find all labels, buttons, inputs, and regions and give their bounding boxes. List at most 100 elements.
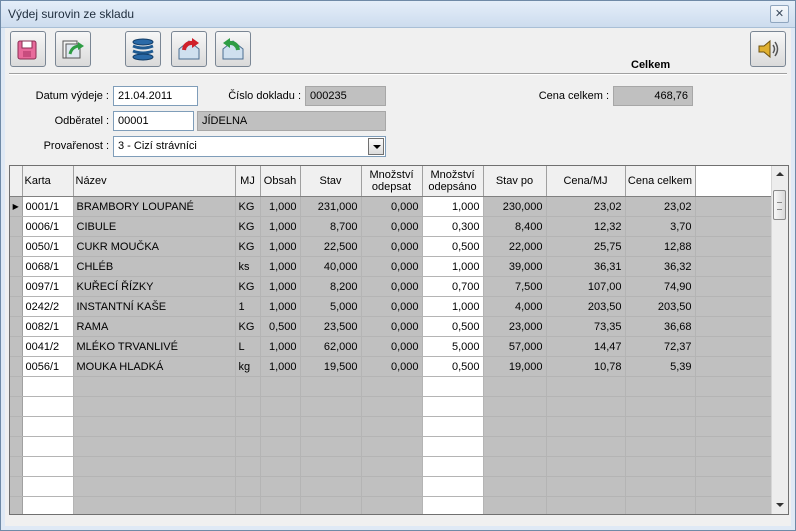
table-cell: 1,000 <box>260 196 301 217</box>
table-cell <box>260 476 301 497</box>
table-cell <box>300 436 362 457</box>
refresh-button[interactable] <box>55 31 91 67</box>
table-cell <box>361 456 423 477</box>
table-cell: 0,000 <box>361 196 423 217</box>
table-cell <box>483 396 547 417</box>
return-green-icon <box>222 38 244 60</box>
column-header-stav[interactable]: Stav <box>300 166 362 197</box>
empty-row[interactable] <box>10 456 773 477</box>
table-cell[interactable]: 0,500 <box>422 236 484 257</box>
table-row[interactable]: 0006/1 CIBULE KG 1,000 8,700 0,000 0,300 8,400 1… <box>10 216 773 237</box>
table-cell <box>260 496 301 514</box>
table-cell <box>22 396 74 417</box>
empty-row[interactable] <box>10 416 773 437</box>
empty-row[interactable] <box>10 476 773 497</box>
table-cell: MOUKA HLADKÁ <box>73 356 236 377</box>
column-header-stav-po[interactable]: Stav po <box>483 166 547 197</box>
table-cell: MLÉKO TRVANLIVÉ <box>73 336 236 357</box>
column-header-nazev[interactable]: Název <box>73 166 236 197</box>
table-cell[interactable]: 0,700 <box>422 276 484 297</box>
sound-button[interactable] <box>750 31 786 67</box>
save-button[interactable] <box>10 31 46 67</box>
table-cell[interactable]: 0,300 <box>422 216 484 237</box>
scroll-thumb[interactable] <box>773 190 786 220</box>
table-cell: BRAMBORY LOUPANÉ <box>73 196 236 217</box>
table-cell[interactable]: 1,000 <box>422 296 484 317</box>
table-cell <box>625 476 696 497</box>
table-cell <box>546 496 626 514</box>
table-row[interactable]: 0082/1 RAMA KG 0,500 23,500 0,000 0,500 23,000 7… <box>10 316 773 337</box>
date-field[interactable]: 21.04.2011 <box>113 86 198 106</box>
table-cell[interactable]: 0,500 <box>422 316 484 337</box>
items-grid[interactable]: Karta Název MJ Obsah Stav Množství odeps… <box>9 165 789 515</box>
table-cell: 23,02 <box>625 196 696 217</box>
table-cell <box>361 396 423 417</box>
table-cell: KG <box>235 216 261 237</box>
table-cell <box>546 456 626 477</box>
table-cell: 25,75 <box>546 236 626 257</box>
table-cell <box>260 376 301 397</box>
empty-row[interactable] <box>10 436 773 457</box>
empty-row[interactable] <box>10 396 773 417</box>
column-header-mj[interactable]: MJ <box>235 166 261 197</box>
return-green-button[interactable] <box>215 31 251 67</box>
table-cell: 0041/2 <box>22 336 74 357</box>
table-row[interactable]: 0068/1 CHLÉB ks 1,000 40,000 0,000 1,000 39,000… <box>10 256 773 277</box>
table-cell[interactable]: 5,000 <box>422 336 484 357</box>
table-cell <box>73 416 236 437</box>
table-row[interactable]: ▶ 0001/1 BRAMBORY LOUPANÉ KG 1,000 231,000 0,0… <box>10 196 773 217</box>
column-header-obsah[interactable]: Obsah <box>260 166 301 197</box>
table-cell <box>625 416 696 437</box>
table-cell[interactable]: 1,000 <box>422 196 484 217</box>
table-cell[interactable]: 0,500 <box>422 356 484 377</box>
column-header-cena-celkem[interactable]: Cena celkem <box>625 166 696 197</box>
table-cell: 74,90 <box>625 276 696 297</box>
date-label: Datum výdeje : <box>35 90 109 102</box>
row-indicator <box>10 256 23 277</box>
table-cell <box>422 376 484 397</box>
customer-code-field[interactable]: 00001 <box>113 111 194 131</box>
row-indicator <box>10 356 23 377</box>
table-cell <box>22 436 74 457</box>
table-cell: 22,500 <box>300 236 362 257</box>
table-row[interactable]: 0056/1 MOUKA HLADKÁ kg 1,000 19,500 0,000 0,50… <box>10 356 773 377</box>
empty-row[interactable] <box>10 376 773 397</box>
table-row[interactable]: 0050/1 CUKR MOUČKA KG 1,000 22,500 0,000 0,500… <box>10 236 773 257</box>
column-header-cena-mj[interactable]: Cena/MJ <box>546 166 626 197</box>
table-cell <box>260 456 301 477</box>
column-header-mnozstvi-odepsat[interactable]: Množství odepsat <box>361 166 423 197</box>
table-cell: 19,000 <box>483 356 547 377</box>
status-select[interactable]: 3 - Cizí strávníci <box>113 136 386 157</box>
table-row[interactable]: 0097/1 KUŘECÍ ŘÍZKY KG 1,000 8,200 0,000 0,700… <box>10 276 773 297</box>
vertical-scrollbar[interactable] <box>771 166 788 514</box>
table-row[interactable]: 0041/2 MLÉKO TRVANLIVÉ L 1,000 62,000 0,000 5,… <box>10 336 773 357</box>
table-cell: KG <box>235 316 261 337</box>
column-header-mnozstvi-odepsano[interactable]: Množství odepsáno <box>422 166 484 197</box>
table-cell: 1,000 <box>260 236 301 257</box>
scroll-up-icon[interactable] <box>772 166 788 183</box>
close-button[interactable]: ✕ <box>770 5 789 23</box>
row-spacer <box>695 316 773 337</box>
return-red-button[interactable] <box>171 31 207 67</box>
row-spacer <box>695 256 773 277</box>
stack-button[interactable] <box>125 31 161 67</box>
chevron-down-icon[interactable] <box>368 138 384 155</box>
table-cell: 0,000 <box>361 276 423 297</box>
table-cell: 0,500 <box>260 316 301 337</box>
table-cell: 0001/1 <box>22 196 74 217</box>
row-indicator <box>10 316 23 337</box>
table-cell <box>300 496 362 514</box>
table-cell: 14,47 <box>546 336 626 357</box>
table-cell: 0,000 <box>361 216 423 237</box>
table-row[interactable]: 0242/2 INSTANTNÍ KAŠE 1 1,000 5,000 0,000 1,00… <box>10 296 773 317</box>
table-cell[interactable]: 1,000 <box>422 256 484 277</box>
table-cell: 23,500 <box>300 316 362 337</box>
row-spacer <box>695 476 773 497</box>
table-cell <box>361 376 423 397</box>
table-cell <box>235 496 261 514</box>
empty-row[interactable] <box>10 496 773 514</box>
table-cell: 0006/1 <box>22 216 74 237</box>
table-cell <box>235 476 261 497</box>
column-header-karta[interactable]: Karta <box>22 166 74 197</box>
scroll-down-icon[interactable] <box>772 497 788 514</box>
